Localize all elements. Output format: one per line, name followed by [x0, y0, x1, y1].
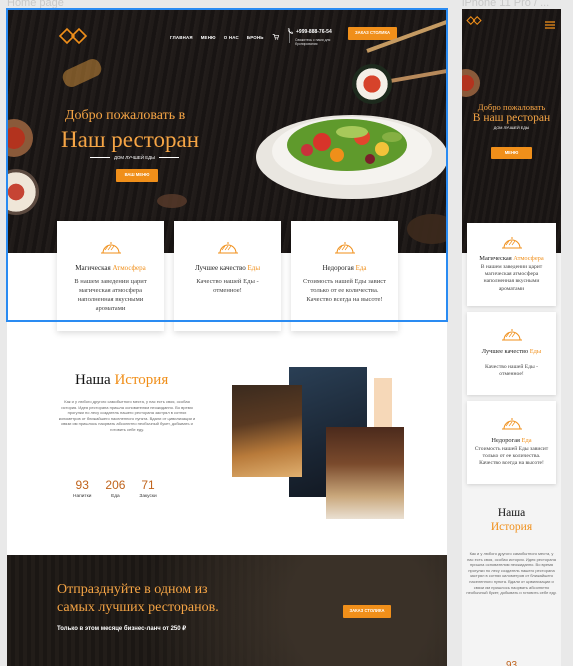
hero-subtitle: ДОМ ЛУЧШЕЙ ЕДЫ [90, 155, 179, 160]
order-table-button[interactable]: ЗАКАЗ СТОЛИКА [348, 27, 397, 40]
feature-text: В нашем заведении царит магическая атмос… [74, 278, 147, 312]
nav-item-menu[interactable]: МЕНЮ [201, 35, 216, 40]
cloche-icon [57, 239, 164, 259]
phone-number[interactable]: +999-888-76-54 [296, 29, 332, 35]
stat-drinks: 93 Напитки [73, 478, 92, 499]
hero-title-line1: Добро пожаловать в [65, 108, 186, 123]
mobile-history-accent: История [490, 521, 533, 533]
feature-text: Качество нашей Еды - отменное! [196, 278, 259, 294]
feature-card: Лучшее качество Еды Качество нашей Еды -… [174, 221, 281, 331]
hero-menu-button[interactable]: ВАШ МЕНЮ [116, 169, 158, 182]
hamburger-menu-icon[interactable] [545, 16, 555, 34]
features-row: Магическая Атмосфера В нашем заведении ц… [57, 221, 398, 331]
table-setting-photo [326, 427, 404, 519]
feature-card: Магическая Атмосфера В нашем заведении ц… [57, 221, 164, 331]
mobile-feature-text: Стоимость нашей Еды зависит только от ее… [474, 446, 549, 467]
mobile-feature-text: Качество нашей Еды - отменное! [484, 364, 539, 378]
main-nav: ГЛАВНАЯ МЕНЮ О НАС БРОНЬ [170, 31, 290, 43]
mobile-history-title: Наша [497, 507, 526, 519]
cta-order-button[interactable]: ЗАКАЗ СТОЛИКА [343, 605, 391, 618]
mobile-feature-card: Магическая Атмосфера В нашем заведении ц… [467, 223, 556, 306]
phone-note: Свяжитесь с нами для бронирования [295, 38, 331, 47]
cta-title-line1: Отпразднуйте в одном из [57, 582, 208, 597]
mobile-hero-line1: Добро пожаловать [477, 102, 546, 112]
cta-title-line2: самых лучших ресторанов. [57, 600, 219, 615]
nav-item-booking[interactable]: БРОНЬ [247, 35, 264, 40]
stats-row: 93 Напитки 206 Еда 71 Закуски [73, 478, 157, 499]
cloche-icon [174, 239, 281, 259]
desktop-frame-label[interactable]: Home page [7, 0, 64, 9]
mobile-feature-card: Лучшее качество Еды Качество нашей Еды -… [467, 312, 556, 395]
copper-dishes-photo [232, 385, 302, 477]
mobile-history-text: Как и у любого другого самобытного места… [466, 551, 557, 596]
salad-plate-image [256, 115, 447, 199]
feature-title-accent: Еда [355, 264, 367, 272]
mobile-hero-line2: В наш ресторан [472, 112, 551, 124]
coffee-beans-image [157, 194, 187, 208]
mobile-frame-label[interactable]: iPhone 11 Pro / ... [462, 0, 549, 9]
logo-icon[interactable] [58, 26, 88, 46]
cloche-icon [467, 415, 556, 433]
nav-item-home[interactable]: ГЛАВНАЯ [170, 35, 193, 40]
nav-item-about[interactable]: О НАС [224, 35, 239, 40]
feature-text: Стоимость нашей Еды завист только от ее … [302, 278, 387, 303]
cart-icon[interactable] [272, 33, 279, 41]
cloche-icon [467, 326, 556, 344]
cloche-icon [291, 239, 398, 259]
history-text: Как и у любого другого самобытного места… [58, 399, 196, 432]
hero-section: ГЛАВНАЯ МЕНЮ О НАС БРОНЬ +999-888-76-54 … [7, 9, 447, 253]
feature-card: Недорогая Еда Стоимость нашей Еды завист… [291, 221, 398, 331]
mobile-feature-card: Недорогая Еда Стоимость нашей Еды зависи… [467, 401, 556, 484]
feature-title-accent: Атмосфера [112, 264, 146, 272]
phone-block: +999-888-76-54 Свяжитесь с нами для брон… [287, 28, 347, 46]
mobile-logo-icon[interactable] [466, 15, 482, 26]
mobile-feature-text: В нашем заведении царит магическая атмос… [480, 264, 543, 292]
stat-snacks: 71 Закуски [139, 478, 157, 499]
mobile-stat: 93 [505, 660, 518, 666]
feature-title: Недорогая [322, 264, 354, 272]
mobile-hero-subtitle: ДОМ ЛУЧШЕЙ ЕДЫ [493, 126, 530, 130]
mobile-artboard[interactable]: Добро пожаловать В наш ресторан ДОМ ЛУЧШ… [462, 9, 561, 666]
cloche-icon [467, 234, 556, 252]
history-title: Наша История [75, 372, 169, 388]
cta-subtitle: Только в этом месяце бизнес-ланч от 250 … [57, 626, 187, 632]
mobile-hero-section: Добро пожаловать В наш ресторан ДОМ ЛУЧШ… [462, 9, 561, 253]
phone-icon [287, 28, 294, 36]
desktop-artboard[interactable]: ГЛАВНАЯ МЕНЮ О НАС БРОНЬ +999-888-76-54 … [7, 9, 447, 666]
mobile-menu-button[interactable]: МЕНЮ [491, 147, 532, 159]
hero-title-line2: Наш ресторан [61, 127, 200, 152]
stat-food: 206 Еда [105, 478, 126, 499]
feature-title-accent: Еды [247, 264, 261, 272]
feature-title: Лучшее качество [194, 264, 246, 272]
history-photo-collage [229, 367, 404, 525]
feature-title: Магическая [75, 264, 111, 272]
